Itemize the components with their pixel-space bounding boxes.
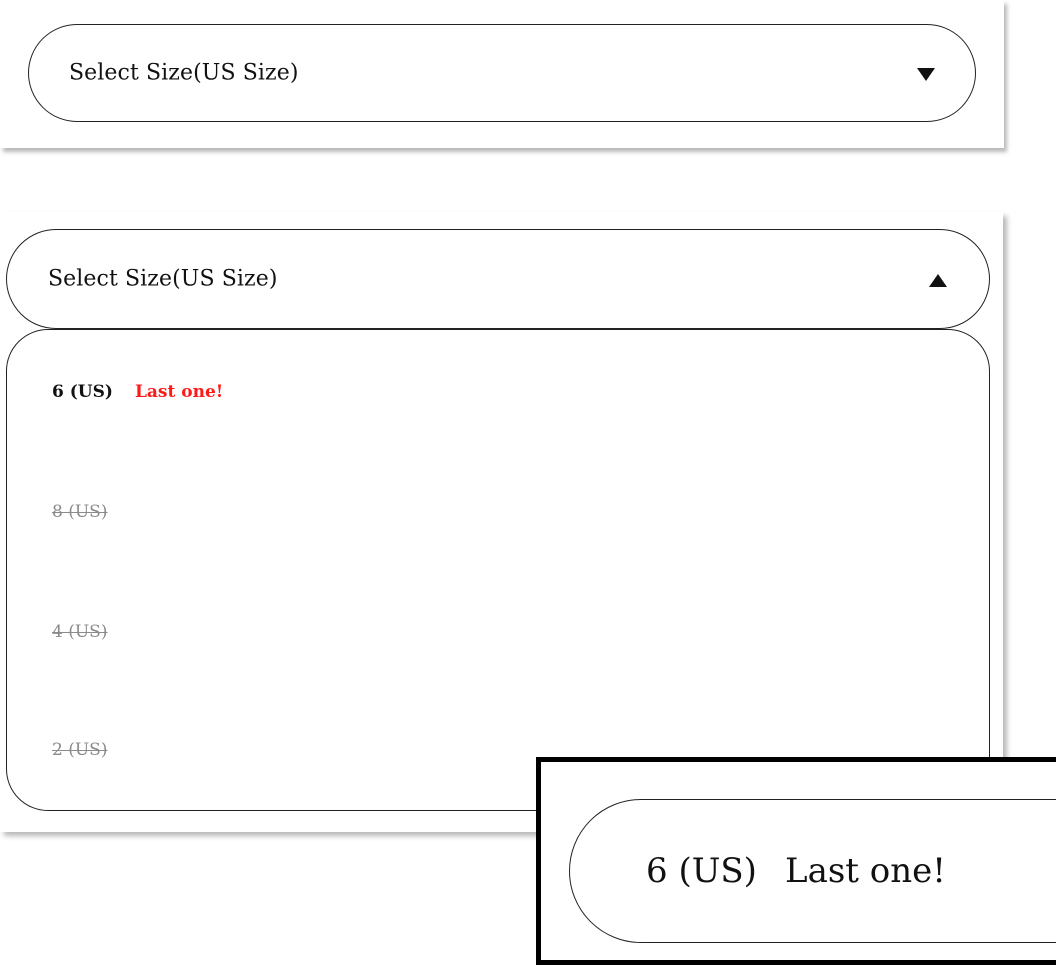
stock-note-badge: Last one!: [134, 382, 224, 402]
zoomed-option-pill: 6 (US) Last one!: [569, 799, 1056, 943]
size-select-label: Select Size(US Size): [69, 60, 299, 86]
size-select-collapsed[interactable]: Select Size(US Size): [28, 24, 976, 122]
zoomed-stock-note: Last one!: [785, 851, 946, 891]
size-option-label: 4 (US): [52, 622, 108, 642]
zoom-callout: 6 (US) Last one!: [536, 757, 1056, 965]
size-option-6[interactable]: 6 (US) Last one!: [52, 382, 223, 402]
collapsed-size-panel: Select Size(US Size): [0, 0, 1004, 148]
size-select-label: Select Size(US Size): [48, 266, 278, 292]
caret-up-icon[interactable]: [929, 274, 947, 287]
size-option-label: 6 (US): [52, 382, 113, 402]
expanded-size-panel: Select Size(US Size) 6 (US) Last one! 8 (…: [0, 212, 1003, 832]
size-options-list: 6 (US) Last one! 8 (US) 4 (US) 2 (US): [6, 329, 990, 811]
size-select-expanded[interactable]: Select Size(US Size): [6, 229, 990, 329]
size-option-label: 2 (US): [52, 740, 108, 760]
size-option-8[interactable]: 8 (US): [52, 502, 107, 522]
zoomed-size-label: 6 (US): [646, 851, 757, 891]
caret-down-icon[interactable]: [917, 68, 935, 81]
size-option-2[interactable]: 2 (US): [52, 740, 107, 760]
size-option-label: 8 (US): [52, 502, 108, 522]
size-option-4[interactable]: 4 (US): [52, 622, 107, 642]
